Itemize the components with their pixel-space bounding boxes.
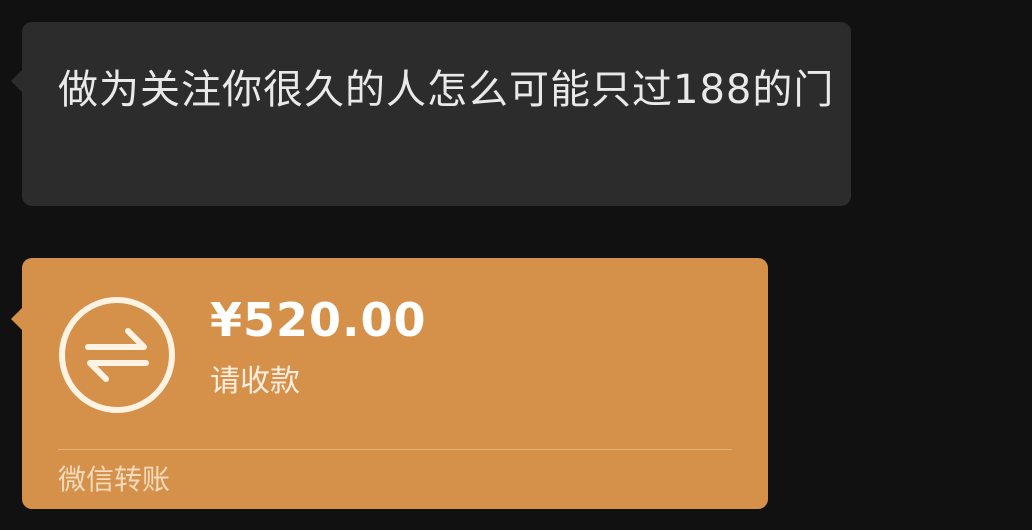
message-text: 做为关注你很久的人怎么可能只过188的门 [58, 67, 835, 113]
transfer-message-bubble[interactable]: ¥520.00 请收款 微信转账 [11, 258, 768, 509]
divider [58, 449, 732, 450]
transfer-footer-label: 微信转账 [58, 463, 171, 496]
text-message-bubble[interactable]: 做为关注你很久的人怎么可能只过188的门 [11, 22, 851, 206]
transfer-arrows-icon [59, 297, 175, 413]
chat-area: 做为关注你很久的人怎么可能只过188的门 ¥520.00 请收款 微信转账 [0, 0, 1032, 530]
transfer-status: 请收款 [210, 364, 300, 399]
transfer-amount: ¥520.00 [210, 293, 427, 347]
